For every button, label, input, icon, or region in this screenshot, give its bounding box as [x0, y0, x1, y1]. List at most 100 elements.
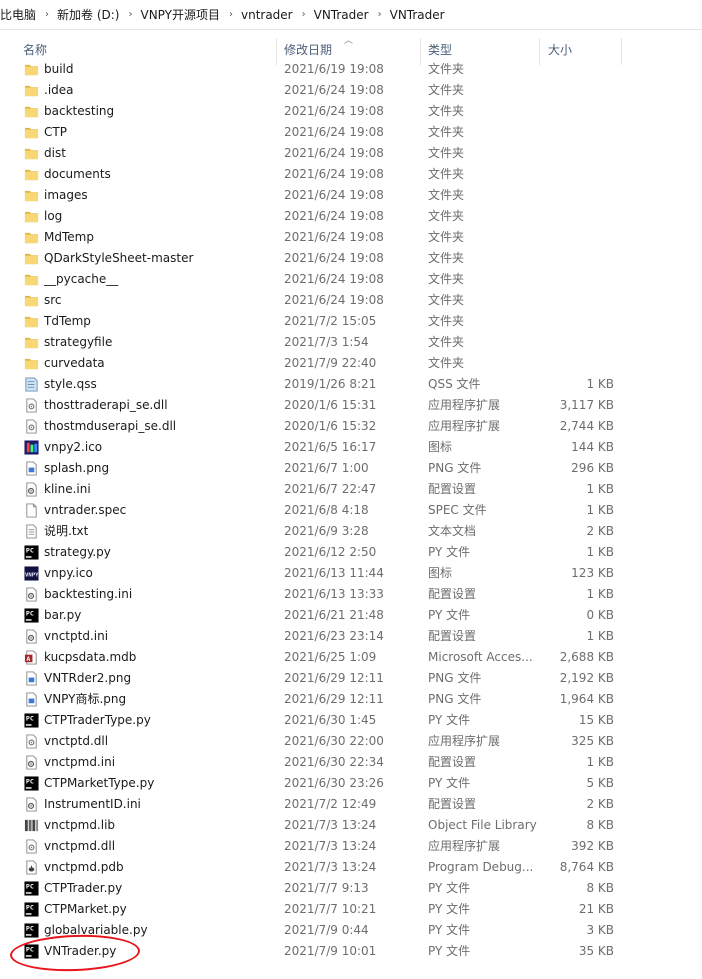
file-row[interactable]: vntrader.spec 2021/6/8 4:18 SPEC 文件 1 KB: [0, 500, 702, 521]
file-type: 文件夹: [428, 104, 465, 118]
file-size: [544, 143, 614, 164]
file-name: VNPY商标.png: [44, 692, 127, 706]
file-row[interactable]: TdTemp 2021/7/2 15:05 文件夹: [0, 311, 702, 332]
file-row[interactable]: MdTemp 2021/6/24 19:08 文件夹: [0, 227, 702, 248]
file-name: build: [44, 62, 74, 76]
pycharm-file-icon: PC: [24, 713, 39, 728]
file-type: 应用程序扩展: [428, 734, 501, 748]
file-row[interactable]: PC bar.py 2021/6/21 21:48 PY 文件 0 KB: [0, 605, 702, 626]
file-row[interactable]: build 2021/6/19 19:08 文件夹: [0, 59, 702, 80]
svg-text:PC: PC: [26, 610, 34, 618]
vnpy-ico-file-icon: VNPY: [24, 566, 39, 581]
file-type: Object File Library: [428, 818, 537, 832]
file-size: 2,688 KB: [559, 650, 614, 664]
chevron-right-icon[interactable]: ›: [128, 9, 132, 20]
svg-text:PC: PC: [26, 778, 34, 786]
file-row[interactable]: QDarkStyleSheet-master 2021/6/24 19:08 文件夹: [0, 248, 702, 269]
chevron-right-icon[interactable]: ›: [229, 9, 233, 20]
file-date: 2021/6/24 19:08: [284, 167, 384, 181]
file-name: vnctpmd.pdb: [44, 860, 124, 874]
file-size: 2,744 KB: [559, 419, 614, 433]
file-row[interactable]: log 2021/6/24 19:08 文件夹: [0, 206, 702, 227]
file-type: PY 文件: [428, 881, 471, 895]
svg-text:PC: PC: [26, 883, 34, 891]
file-row[interactable]: PC CTPTrader.py 2021/7/7 9:13 PY 文件 8 KB: [0, 878, 702, 899]
ini-file-icon: [24, 482, 39, 497]
file-name: images: [44, 188, 88, 202]
file-size: [544, 185, 614, 206]
breadcrumb-item[interactable]: VNTrader ›: [314, 8, 390, 22]
file-row[interactable]: documents 2021/6/24 19:08 文件夹: [0, 164, 702, 185]
file-row[interactable]: VNPY商标.png 2021/6/29 12:11 PNG 文件 1,964 KB: [0, 689, 702, 710]
file-size: 0 KB: [586, 608, 614, 622]
file-row[interactable]: vnctpmd.pdb 2021/7/3 13:24 Program Debug..…: [0, 857, 702, 878]
file-row[interactable]: .idea 2021/6/24 19:08 文件夹: [0, 80, 702, 101]
file-row[interactable]: VNPY vnpy.ico 2021/6/13 11:44 图标 123 KB: [0, 563, 702, 584]
breadcrumb: 比电脑 › 新加卷 (D:) › VNPY开源项目 › vntrader › VNTrader ›…: [0, 0, 702, 30]
breadcrumb-item[interactable]: VNPY开源项目 ›: [140, 6, 241, 23]
breadcrumb-item[interactable]: vntrader ›: [241, 8, 314, 22]
file-row[interactable]: VNTRder2.png 2021/6/29 12:11 PNG 文件 2,192 K…: [0, 668, 702, 689]
file-row[interactable]: curvedata 2021/7/9 22:40 文件夹: [0, 353, 702, 374]
folder-icon: [24, 104, 39, 119]
file-row[interactable]: src 2021/6/24 19:08 文件夹: [0, 290, 702, 311]
file-row[interactable]: Akucpsdata.mdb 2021/6/25 1:09 Microsoft Ac…: [0, 647, 702, 668]
file-size: [544, 311, 614, 332]
file-date: 2021/7/3 1:54: [284, 335, 369, 349]
file-size: 2 KB: [586, 797, 614, 811]
file-size: 123 KB: [571, 566, 614, 580]
file-row[interactable]: PC CTPTraderType.py 2021/6/30 1:45 PY 文件 15 …: [0, 710, 702, 731]
breadcrumb-item[interactable]: 新加卷 (D:) ›: [57, 6, 140, 23]
file-row[interactable]: PC CTPMarket.py 2021/7/7 10:21 PY 文件 21 KB: [0, 899, 702, 920]
file-type: PY 文件: [428, 713, 471, 727]
file-row[interactable]: __pycache__ 2021/6/24 19:08 文件夹: [0, 269, 702, 290]
breadcrumb-item-label: 新加卷 (D:): [57, 8, 120, 22]
folder-icon: [24, 335, 39, 350]
breadcrumb-item[interactable]: 比电脑 ›: [0, 6, 57, 23]
file-row[interactable]: vnpy2.ico 2021/6/5 16:17 图标 144 KB: [0, 437, 702, 458]
file-row[interactable]: kline.ini 2021/6/7 22:47 配置设置 1 KB: [0, 479, 702, 500]
chevron-right-icon[interactable]: ›: [378, 9, 382, 20]
file-row[interactable]: thostmduserapi_se.dll 2020/1/6 15:32 应用程序扩…: [0, 416, 702, 437]
file-date: 2021/6/24 19:08: [284, 272, 384, 286]
file-date: 2020/1/6 15:31: [284, 398, 377, 412]
file-size: [544, 353, 614, 374]
file-row[interactable]: 说明.txt 2021/6/9 3:28 文本文档 2 KB: [0, 521, 702, 542]
file-size: 296 KB: [571, 461, 614, 475]
file-size: [544, 227, 614, 248]
file-date: 2021/6/24 19:08: [284, 230, 384, 244]
file-size: [544, 269, 614, 290]
file-date: 2021/6/29 12:11: [284, 692, 384, 706]
qss-file-icon: [24, 377, 39, 392]
file-type: Microsoft Acces...: [428, 650, 533, 664]
file-row[interactable]: dist 2021/6/24 19:08 文件夹: [0, 143, 702, 164]
file-row[interactable]: vnctptd.ini 2021/6/23 23:14 配置设置 1 KB: [0, 626, 702, 647]
breadcrumb-item[interactable]: VNTrader: [390, 8, 445, 22]
file-row[interactable]: backtesting.ini 2021/6/13 13:33 配置设置 1 KB: [0, 584, 702, 605]
file-row[interactable]: splash.png 2021/6/7 1:00 PNG 文件 296 KB: [0, 458, 702, 479]
file-row[interactable]: thosttraderapi_se.dll 2020/1/6 15:31 应用程序扩…: [0, 395, 702, 416]
file-row[interactable]: images 2021/6/24 19:08 文件夹: [0, 185, 702, 206]
chevron-right-icon[interactable]: ›: [45, 9, 49, 20]
file-row[interactable]: CTP 2021/6/24 19:08 文件夹: [0, 122, 702, 143]
file-name: vnctpmd.ini: [44, 755, 116, 769]
file-row[interactable]: InstrumentID.ini 2021/7/2 12:49 配置设置 2 KB: [0, 794, 702, 815]
file-row[interactable]: vnctpmd.lib 2021/7/3 13:24 Object File Lib…: [0, 815, 702, 836]
file-row[interactable]: backtesting 2021/6/24 19:08 文件夹: [0, 101, 702, 122]
file-row[interactable]: vnctpmd.ini 2021/6/30 22:34 配置设置 1 KB: [0, 752, 702, 773]
file-name: vnpy.ico: [44, 566, 93, 580]
file-name: curvedata: [44, 356, 105, 370]
file-type: PY 文件: [428, 923, 471, 937]
file-name: VNTRder2.png: [44, 671, 132, 685]
chevron-right-icon[interactable]: ›: [302, 9, 306, 20]
file-row[interactable]: PC CTPMarketType.py 2021/6/30 23:26 PY 文件 5 …: [0, 773, 702, 794]
file-type: 应用程序扩展: [428, 419, 501, 433]
file-row[interactable]: vnctptd.dll 2021/6/30 22:00 应用程序扩展 325 KB: [0, 731, 702, 752]
file-row[interactable]: strategyfile 2021/7/3 1:54 文件夹: [0, 332, 702, 353]
file-name: src: [44, 293, 62, 307]
file-date: 2021/6/24 19:08: [284, 146, 384, 160]
file-row[interactable]: PC strategy.py 2021/6/12 2:50 PY 文件 1 KB: [0, 542, 702, 563]
file-row[interactable]: style.qss 2019/1/26 8:21 QSS 文件 1 KB: [0, 374, 702, 395]
file-type: 应用程序扩展: [428, 839, 501, 853]
file-row[interactable]: vnctpmd.dll 2021/7/3 13:24 应用程序扩展 392 KB: [0, 836, 702, 857]
